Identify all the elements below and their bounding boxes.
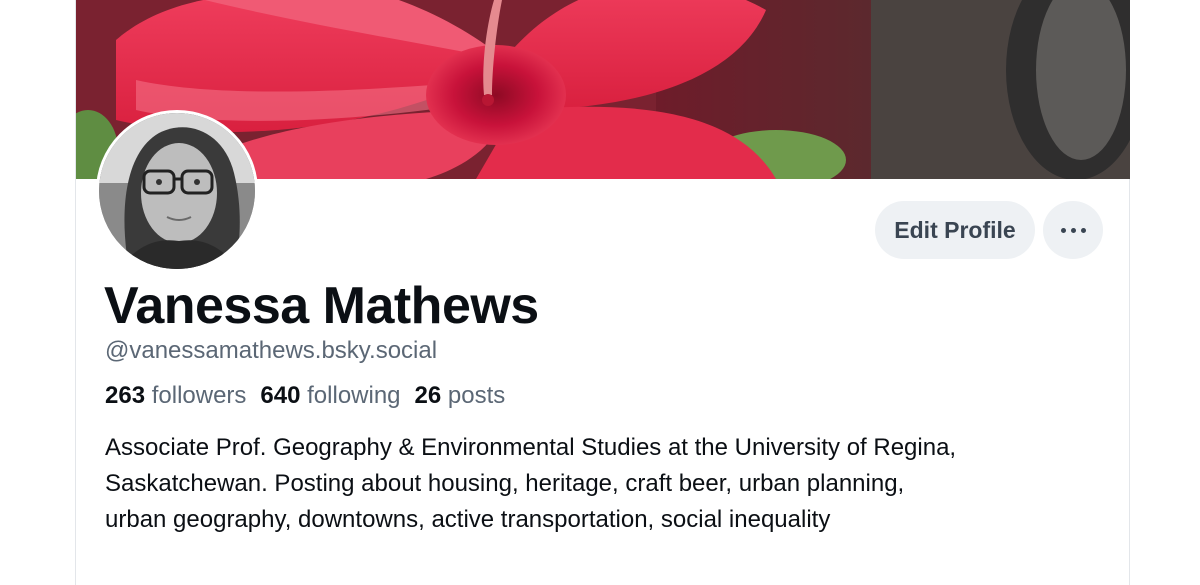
profile-bio: Associate Prof. Geography & Environmenta…	[105, 430, 1105, 538]
posts-stat: 26 posts	[415, 382, 506, 410]
bio-line: urban geography, downtowns, active trans…	[105, 506, 831, 533]
bio-line: Associate Prof. Geography & Environmenta…	[105, 434, 957, 461]
ellipsis-icon	[1070, 227, 1076, 233]
followers-count: 263	[105, 382, 146, 409]
followers-label: followers	[151, 382, 247, 409]
following-label: following	[307, 382, 401, 409]
profile-card: Edit Profile Vanessa Mathews @vanessamat…	[75, 0, 1130, 585]
ellipsis-icon	[1080, 227, 1086, 233]
following-link[interactable]: 640 following	[260, 382, 400, 410]
bio-line: Saskatchewan. Posting about housing, her…	[105, 470, 905, 497]
posts-label: posts	[447, 382, 506, 409]
ellipsis-icon	[1060, 227, 1066, 233]
page: Edit Profile Vanessa Mathews @vanessamat…	[0, 0, 1200, 585]
profile-stats: 263 followers 640 following 26 posts	[105, 382, 519, 410]
posts-count: 26	[414, 382, 442, 409]
following-count: 640	[260, 382, 301, 409]
profile-handle: @vanessamathews.bsky.social	[105, 337, 438, 364]
display-name: Vanessa Mathews	[104, 277, 539, 335]
avatar[interactable]	[96, 110, 258, 272]
followers-link[interactable]: 263 followers	[105, 382, 246, 410]
more-options-button[interactable]	[1043, 201, 1103, 259]
edit-profile-button[interactable]: Edit Profile	[875, 201, 1035, 259]
